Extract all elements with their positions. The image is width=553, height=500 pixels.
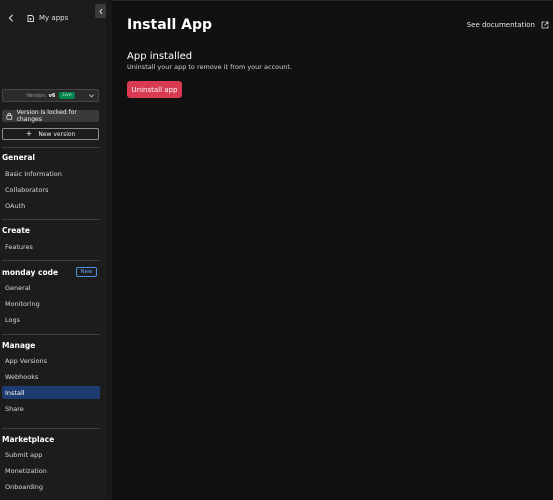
sidebar-item-webhooks[interactable]: Webhooks [2,370,100,383]
installed-description: Uninstall your app to remove it from you… [127,63,292,71]
new-version-label: New version [38,130,76,138]
back-button[interactable] [2,8,20,28]
chevron-left-icon [98,8,102,14]
divider [2,147,100,148]
see-documentation-label: See documentation [466,21,535,29]
sidebar-item-install[interactable]: Install [2,386,100,399]
see-documentation-link[interactable]: See documentation [467,21,549,29]
sidebar-item-general[interactable]: General [2,281,100,294]
section-title-general: General [2,153,35,162]
sidebar-item-basic-information[interactable]: Basic Information [2,167,100,180]
page-title: Install App [127,17,212,33]
my-apps-link[interactable]: My apps [39,14,68,22]
sidebar-item-app-versions[interactable]: App Versions [2,354,100,367]
sidebar-item-collaborators[interactable]: Collaborators [2,183,100,196]
plus-icon: + [25,129,33,138]
collapse-sidebar-button[interactable] [95,4,106,18]
sidebar-header: My apps [0,8,106,28]
external-link-icon [541,21,549,29]
new-version-button[interactable]: + New version [2,128,99,140]
locked-notice: Version is locked for changes [2,109,99,123]
section-title-create: Create [2,226,31,235]
lock-icon [6,112,13,120]
sidebar-item-monetization[interactable]: Monetization [2,464,100,477]
version-select[interactable]: Version: v6 Live [2,89,99,102]
section-title-marketplace: Marketplace [2,435,55,444]
sidebar-item-monitoring[interactable]: Monitoring [2,297,100,310]
sidebar-item-submit-app[interactable]: Submit app [2,448,100,461]
chevron-left-icon [8,14,13,22]
main-content: Install App See documentation App instal… [112,0,553,500]
divider [2,219,100,220]
sidebar-item-features[interactable]: Features [2,240,100,253]
apps-icon [24,12,36,24]
version-number: v6 [48,92,56,99]
divider [2,260,100,261]
installed-title: App installed [127,51,193,62]
sidebar-item-oauth[interactable]: OAuth [2,199,100,212]
new-badge: New [76,267,97,277]
sidebar-item-onboarding[interactable]: Onboarding [2,480,100,493]
sidebar-item-logs[interactable]: Logs [2,313,100,326]
sidebar-item-share[interactable]: Share [2,402,100,415]
section-title-monday-code: monday code [2,268,59,277]
chevron-down-icon [89,94,94,98]
live-badge: Live [59,92,75,99]
sidebar: My apps Version: v6 Live Version is lock… [0,0,106,500]
divider [2,428,100,429]
divider [2,334,100,335]
version-prefix: Version: [26,92,47,99]
locked-text: Version is locked for changes [16,109,77,123]
section-title-manage: Manage [2,341,36,350]
uninstall-app-button[interactable]: Uninstall app [127,81,182,98]
